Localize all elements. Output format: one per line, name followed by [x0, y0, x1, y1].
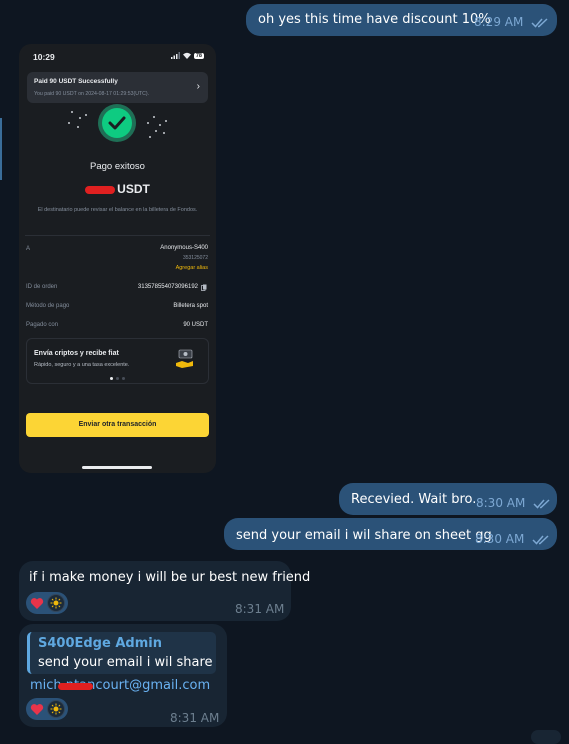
send-another-transaction-button[interactable]: Enviar otra transacción [26, 413, 209, 437]
outgoing-message[interactable]: send your email i wil share on sheet gg … [224, 518, 557, 550]
message-text: if i make money i will be ur best new fr… [29, 570, 311, 585]
incoming-message[interactable]: if i make money i will be ur best new fr… [19, 561, 310, 621]
payment-screenshot-image[interactable]: 10:29 78 Paid 90 USDT Successfully You p… [19, 44, 216, 473]
order-id-label: ID de orden [26, 284, 58, 290]
recipient-label: A [26, 246, 31, 252]
message-text: Recevied. Wait bro. [351, 492, 477, 507]
notification-title: Paid 90 USDT Successfully [34, 78, 118, 85]
sparkle-dot [163, 132, 165, 134]
sparkle-dot [79, 117, 81, 119]
amount-currency: USDT [117, 182, 150, 196]
carousel-pager [19, 377, 216, 380]
outgoing-message[interactable]: Recevied. Wait bro. 8:30 AM [339, 483, 557, 515]
message-meta: 8:29 AM [474, 15, 549, 29]
double-check-icon [532, 534, 549, 545]
divider [25, 235, 210, 236]
incoming-reply-message[interactable]: S400Edge Admin send your email i wil sha… [19, 624, 227, 727]
order-id-value: 313578554073096192 [137, 284, 198, 290]
sparkle-dot [68, 122, 70, 124]
signal-icon [170, 52, 180, 59]
outgoing-message[interactable]: oh yes this time have discount 10% 8:29 … [246, 4, 557, 36]
message-meta: 8:31 AM [170, 711, 219, 725]
sparkle-dot [71, 111, 73, 113]
reply-quote[interactable]: S400Edge Admin send your email i wil sha… [27, 632, 216, 674]
redaction-mark [85, 185, 116, 194]
phone-status-icons: 78 [170, 52, 204, 59]
message-time: 8:31 AM [170, 711, 220, 725]
payment-note: El destinatario puede revisar el balance… [37, 207, 198, 213]
promo-subtitle: Rápido, seguro y a una tasa excelente. [34, 362, 130, 368]
add-alias-link[interactable]: Agregar alias [176, 265, 208, 271]
message-text: send your email i wil share on sheet gg [236, 528, 492, 543]
recipient-id: 353125072 [182, 255, 208, 261]
sparkle-dot [159, 124, 161, 126]
sparkle-dot [165, 120, 167, 122]
payment-method-value: Billetera spot [173, 303, 208, 309]
promo-title: Envía criptos y recibe fiat [34, 350, 119, 357]
message-time: 8:30 AM [475, 532, 525, 546]
battery-indicator: 78 [193, 52, 204, 59]
payment-method-label: Método de pago [26, 303, 70, 309]
notification-subtitle: You paid 90 USDT on 2024-08-17 01:29:53(… [34, 91, 150, 97]
reply-sender: S400Edge Admin [38, 636, 162, 651]
sparkle-dot [155, 130, 157, 132]
message-meta: 8:30 AM [475, 532, 550, 546]
success-check-icon [98, 104, 136, 142]
reply-text: send your email i wil share ... [38, 655, 216, 670]
copy-icon[interactable] [201, 284, 207, 291]
heart-icon [29, 595, 45, 611]
message-reactions[interactable] [26, 592, 68, 614]
paid-with-value: 90 USDT [183, 322, 208, 328]
message-time: 8:29 AM [474, 15, 524, 29]
cash-hand-icon [176, 349, 193, 368]
chevron-right-icon: › [196, 81, 200, 92]
partial-message-bubble [531, 730, 561, 744]
message-time: 8:30 AM [476, 496, 526, 510]
reactor-avatar-icon [47, 594, 65, 612]
wifi-icon [182, 52, 191, 59]
payment-heading: Pago exitoso [90, 161, 145, 172]
double-check-icon [531, 17, 548, 28]
sparkle-dot [153, 116, 155, 118]
message-text: oh yes this time have discount 10% [258, 12, 491, 27]
reactor-avatar-icon [47, 700, 65, 718]
double-check-icon [533, 498, 550, 509]
redaction-mark [58, 683, 93, 690]
scroll-edge-indicator [0, 118, 2, 180]
message-meta: 8:30 AM [476, 496, 551, 510]
heart-icon [29, 701, 45, 717]
message-reactions[interactable] [26, 698, 68, 720]
recipient-name: Anonymous-S400 [160, 245, 208, 251]
home-indicator [82, 466, 152, 469]
sparkle-dot [149, 136, 151, 138]
phone-status-time: 10:29 [33, 52, 55, 62]
sparkle-dot [85, 114, 87, 116]
paid-with-label: Pagado con [26, 322, 59, 328]
payment-notification: Paid 90 USDT Successfully You paid 90 US… [27, 72, 208, 103]
message-meta: 8:31 AM [235, 602, 284, 616]
sparkle-dot [77, 126, 79, 128]
message-time: 8:31 AM [235, 602, 285, 616]
payment-amount: USDT [19, 182, 216, 196]
sparkle-dot [147, 122, 149, 124]
